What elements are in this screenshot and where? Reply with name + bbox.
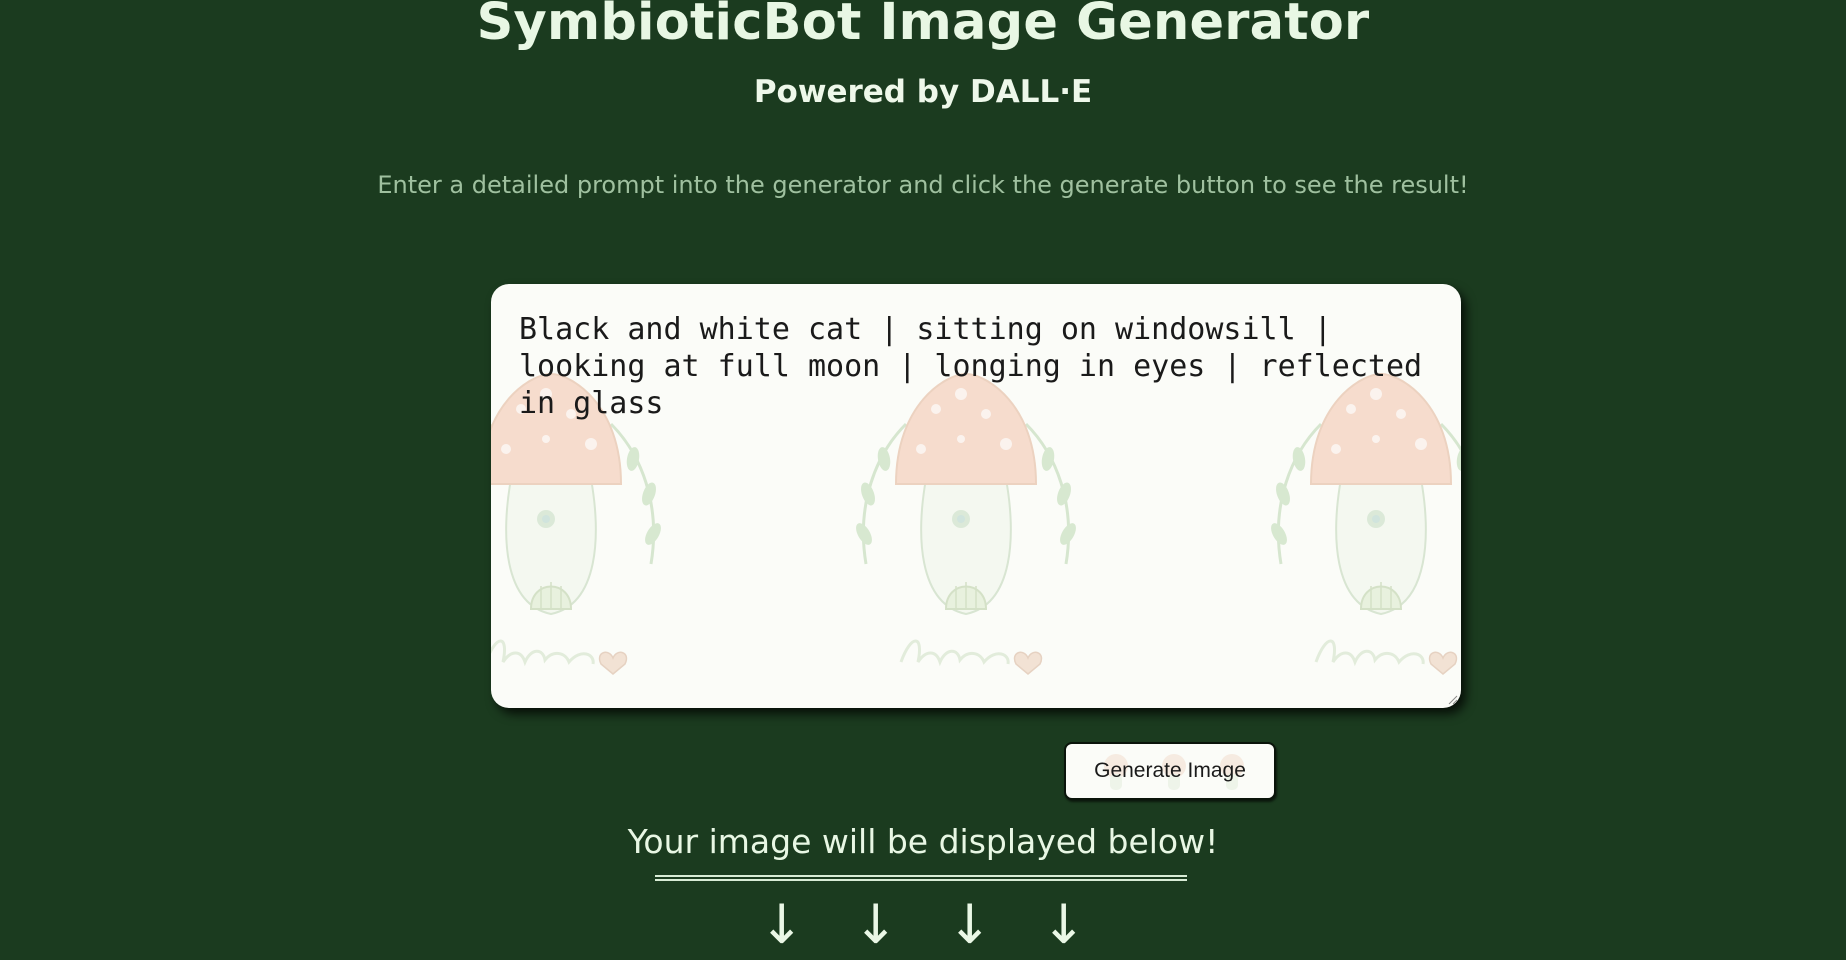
down-arrow-icon: ↓ bbox=[853, 893, 899, 956]
down-arrow-icon: ↓ bbox=[1041, 893, 1087, 956]
generate-image-button-label: Generate Image bbox=[1094, 759, 1246, 782]
result-heading: Your image will be displayed below! bbox=[627, 822, 1219, 861]
instructions-text: Enter a detailed prompt into the generat… bbox=[377, 171, 1469, 199]
resize-handle-icon[interactable] bbox=[1446, 693, 1458, 705]
heading-double-underline bbox=[655, 875, 1187, 881]
generate-image-button[interactable]: Generate Image bbox=[1064, 742, 1276, 800]
down-arrow-icon: ↓ bbox=[947, 893, 993, 956]
page-title: SymbioticBot Image Generator bbox=[476, 0, 1370, 52]
down-arrow-icon: ↓ bbox=[759, 893, 805, 956]
prompt-panel: Black and white cat | sitting on windows… bbox=[491, 284, 1461, 708]
page-subtitle: Powered by DALL·E bbox=[753, 74, 1093, 110]
prompt-input[interactable]: Black and white cat | sitting on windows… bbox=[491, 284, 1461, 708]
